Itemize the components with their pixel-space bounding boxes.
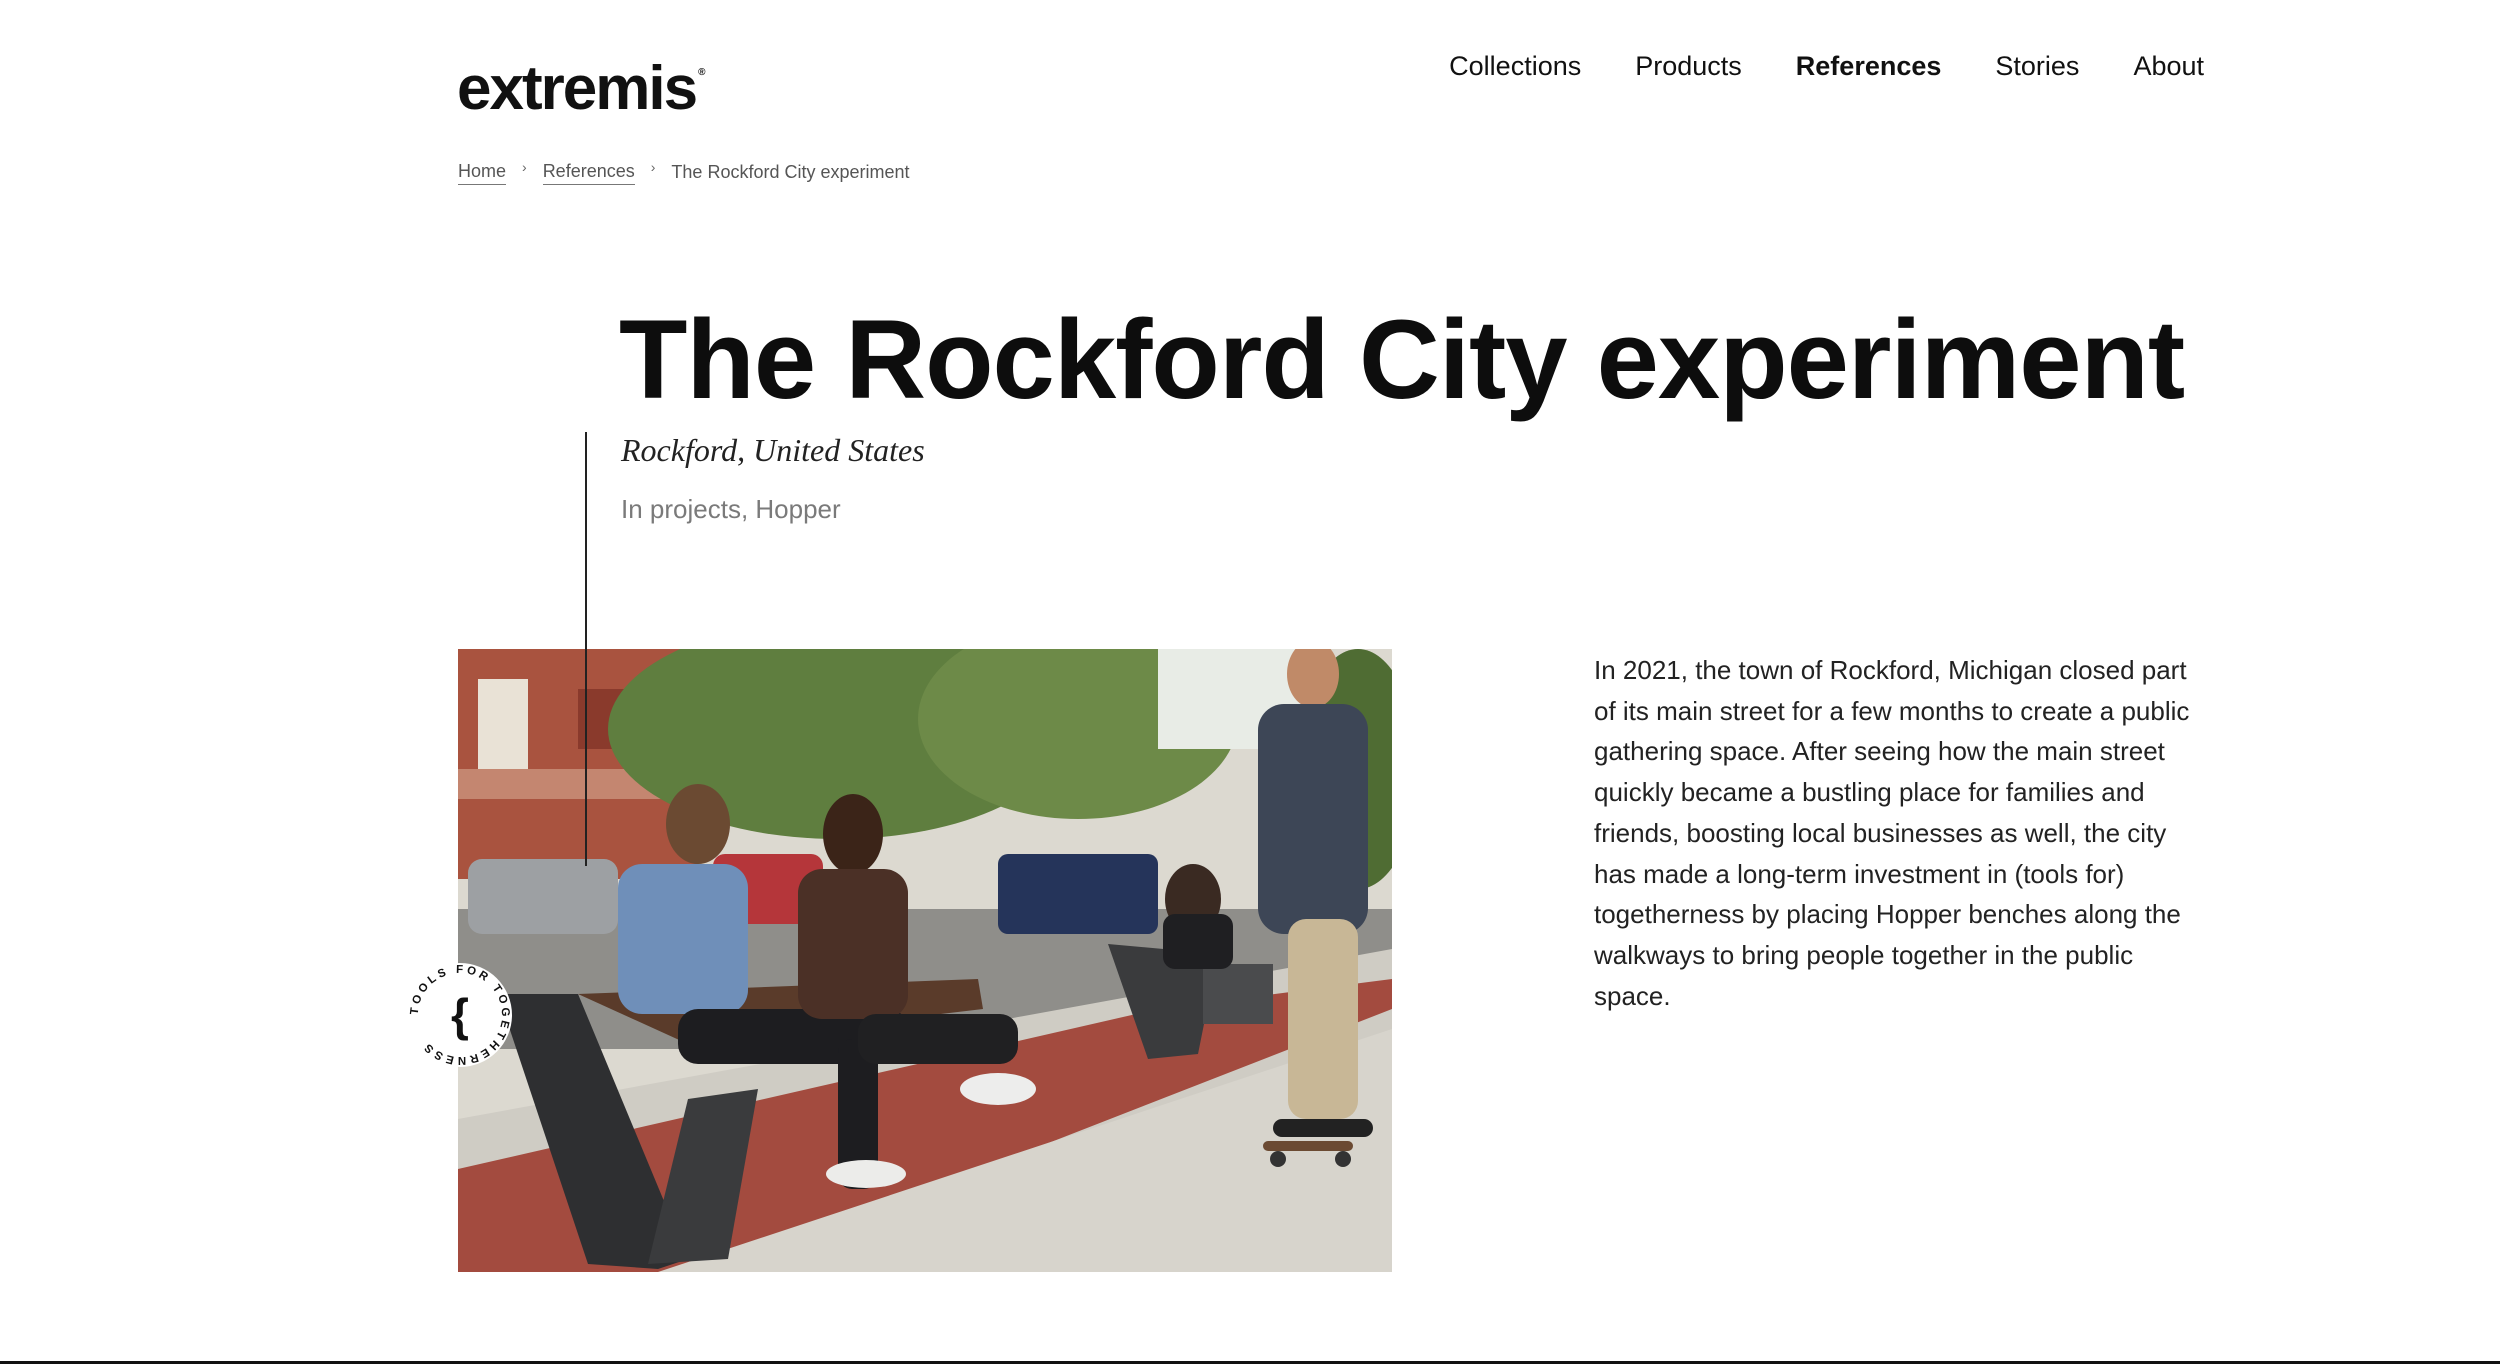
logo-text: extremis: [457, 54, 698, 123]
extremis-logo[interactable]: extremis ®: [457, 38, 705, 124]
breadcrumb-references[interactable]: References: [542, 158, 635, 185]
page-title: The Rockford City experiment: [619, 297, 2185, 422]
main-nav: Collections Products References Stories …: [1449, 48, 2204, 84]
breadcrumb: Home › References › The Rockford City ex…: [458, 158, 910, 185]
nav-stories[interactable]: Stories: [1995, 48, 2079, 84]
divider-line: [585, 432, 587, 866]
chevron-right-icon: ›: [522, 158, 527, 175]
breadcrumb-current: The Rockford City experiment: [671, 161, 910, 182]
breadcrumb-home[interactable]: Home: [458, 158, 507, 185]
hero-photo: [458, 649, 1392, 1272]
nav-products[interactable]: Products: [1635, 48, 1742, 84]
togetherness-badge: TOOLS FOR TOGETHERNESS {: [405, 960, 515, 1070]
photo-illustration: [458, 649, 1392, 1272]
registered-mark: ®: [698, 67, 706, 78]
nav-about[interactable]: About: [2133, 48, 2204, 84]
curly-brace-icon: {: [451, 989, 469, 1041]
chevron-right-icon: ›: [650, 158, 656, 175]
project-tags: In projects, Hopper: [621, 494, 841, 524]
project-location: Rockford, United States: [621, 432, 925, 468]
page: extremis ® Collections Products Reference…: [0, 0, 2500, 1364]
article-body: In 2021, the town of Rockford, Michigan …: [1594, 655, 2190, 1011]
nav-collections[interactable]: Collections: [1449, 48, 1581, 84]
nav-references[interactable]: References: [1796, 48, 1942, 84]
